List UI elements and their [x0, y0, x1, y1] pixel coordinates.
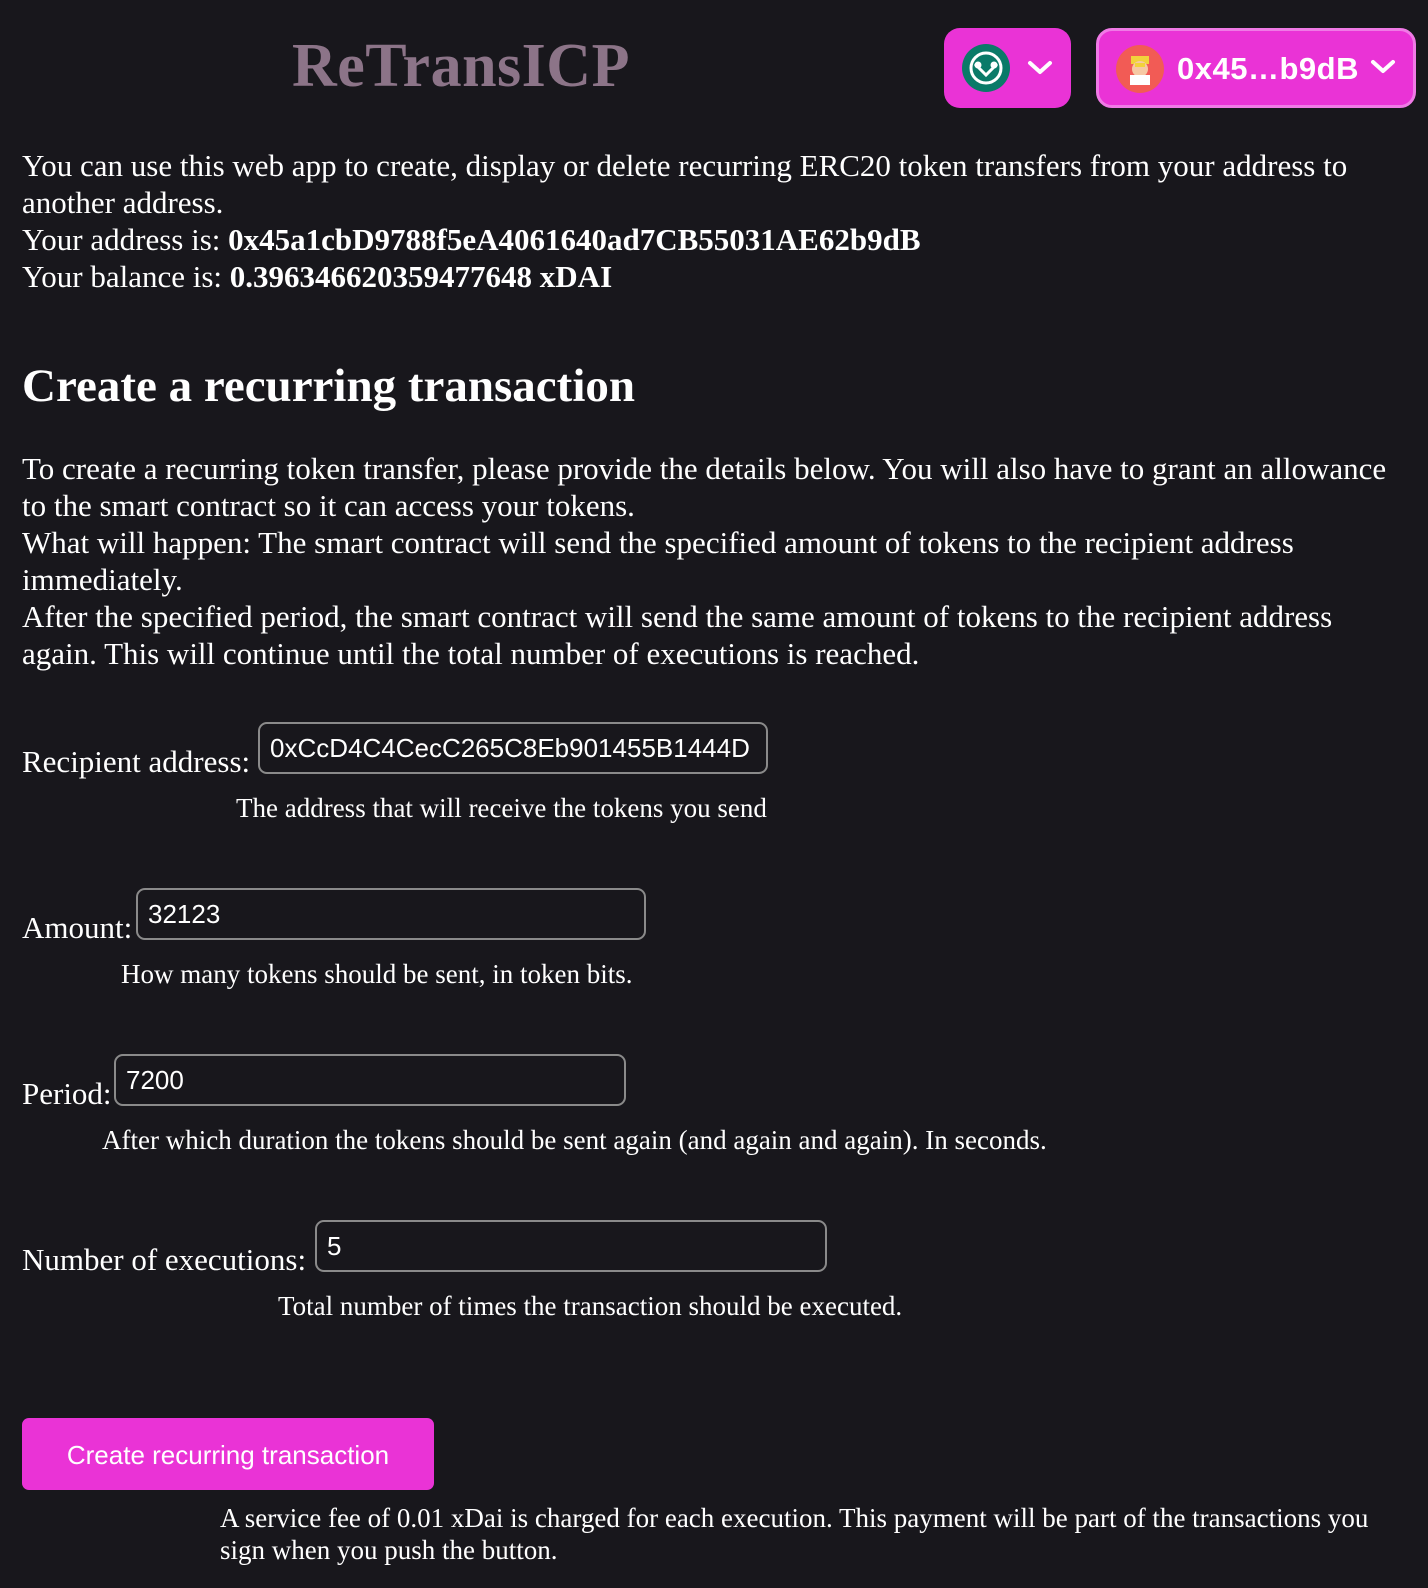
section-title: Create a recurring transaction — [22, 360, 636, 412]
description-paragraph: After the specified period, the smart co… — [22, 599, 1333, 671]
recipient-hint: The address that will receive the tokens… — [236, 793, 767, 823]
user-address: 0x45a1cbD9788f5eA4061640ad7CB55031AE62b9… — [228, 222, 921, 257]
period-row: Period: 7200 After which duration the to… — [22, 1054, 1422, 1155]
executions-input[interactable]: 5 — [315, 1220, 827, 1272]
balance-prefix: Your balance is: — [22, 259, 230, 294]
account-address-label: 0x45…b9dB — [1177, 51, 1359, 86]
executions-hint: Total number of times the transaction sh… — [278, 1291, 903, 1321]
executions-row: Number of executions: 5 Total number of … — [22, 1220, 1422, 1321]
header: ReTransICP 0x45…b9dB — [0, 0, 1428, 120]
amount-row: Amount: 32123 How many tokens should be … — [22, 888, 1422, 989]
app-logo: ReTransICP — [292, 32, 630, 100]
network-selector-button[interactable] — [944, 28, 1071, 108]
user-balance: 0.396346620359477648 xDAI — [229, 259, 613, 294]
description-paragraph: To create a recurring token transfer, pl… — [22, 451, 1387, 523]
intro-text: You can use this web app to create, disp… — [22, 148, 1348, 220]
period-hint: After which duration the tokens should b… — [102, 1125, 1047, 1155]
recipient-label: Recipient address: — [22, 744, 251, 779]
recipient-address-input[interactable]: 0xCcD4C4CecC265C8Eb901455B1444D — [258, 722, 768, 774]
service-fee-note: A service fee of 0.01 xDai is charged fo… — [220, 1503, 1369, 1565]
recipient-row: Recipient address: 0xCcD4C4CecC265C8Eb90… — [22, 722, 1422, 823]
address-line: Your address is: 0x45a1cbD9788f5eA406164… — [22, 221, 1412, 258]
period-input[interactable]: 7200 — [114, 1054, 626, 1106]
create-recurring-transaction-button[interactable]: Create recurring transaction — [22, 1418, 434, 1490]
avatar — [1116, 45, 1164, 93]
balance-line: Your balance is: 0.396346620359477648 xD… — [22, 258, 1412, 295]
account-button[interactable]: 0x45…b9dB — [1096, 28, 1416, 108]
amount-label: Amount: — [22, 910, 133, 945]
amount-input[interactable]: 32123 — [136, 888, 646, 940]
executions-label: Number of executions: — [22, 1242, 307, 1277]
period-label: Period: — [22, 1076, 112, 1111]
gnosis-chain-icon — [962, 44, 1010, 92]
chevron-down-icon — [1028, 61, 1052, 74]
description-paragraph: What will happen: The smart contract wil… — [22, 525, 1294, 597]
section-description: To create a recurring token transfer, pl… — [22, 450, 1412, 672]
amount-hint: How many tokens should be sent, in token… — [121, 959, 633, 989]
chevron-down-icon — [1371, 60, 1395, 73]
intro-section: You can use this web app to create, disp… — [22, 147, 1412, 295]
address-prefix: Your address is: — [22, 222, 229, 257]
